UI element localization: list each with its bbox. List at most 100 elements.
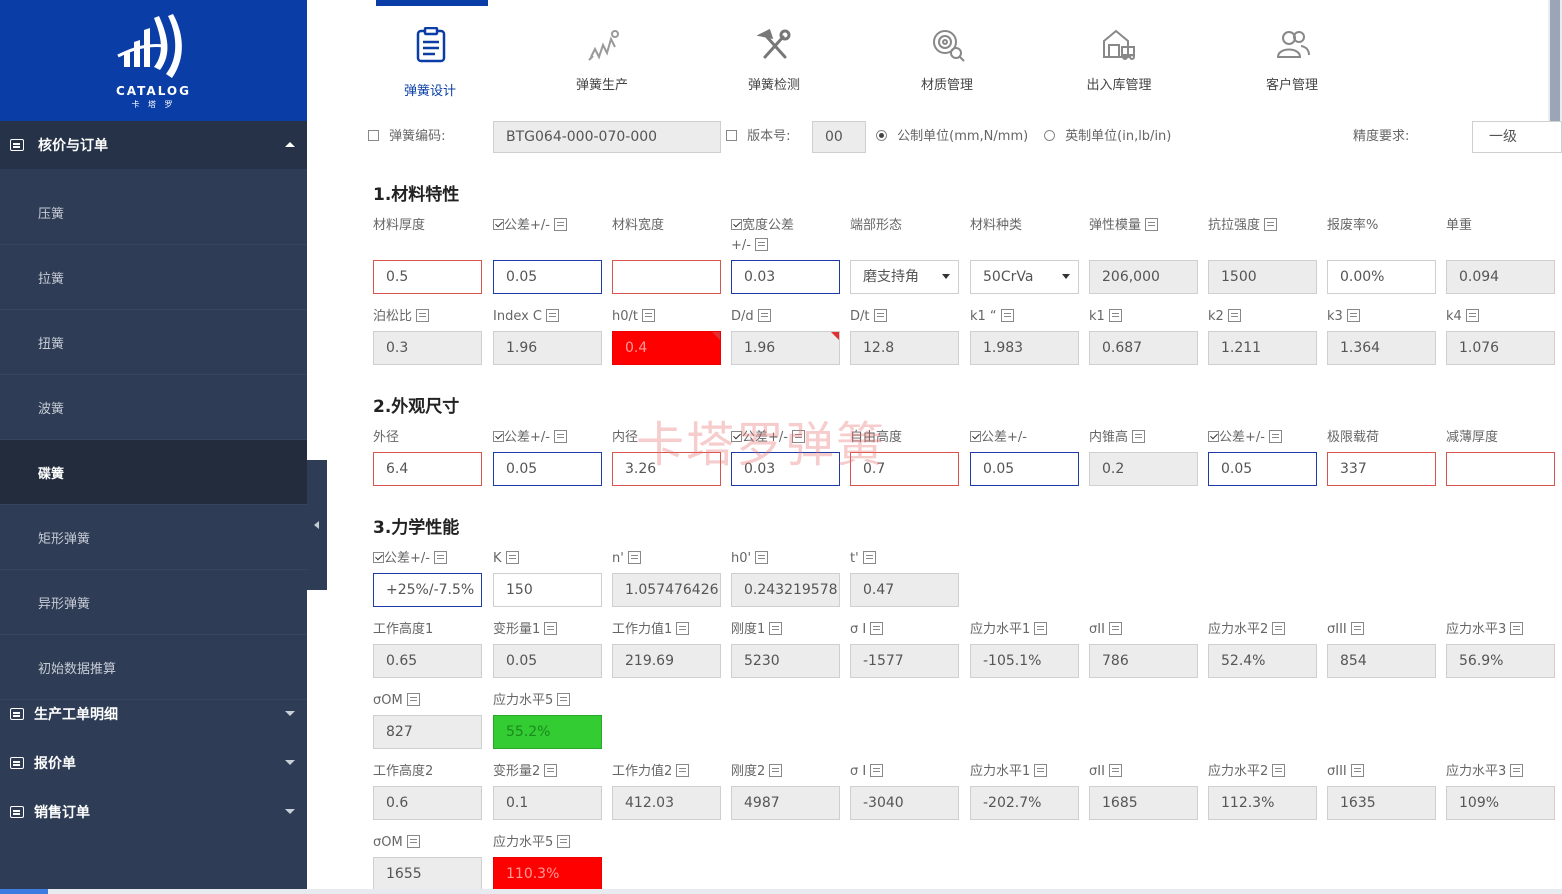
tolerance-checkbox[interactable] bbox=[970, 431, 981, 442]
sidebar-item-wave-spring[interactable]: 波簧 bbox=[0, 375, 307, 440]
radio-metric[interactable] bbox=[876, 130, 887, 141]
field-input[interactable]: 1635 bbox=[1327, 786, 1436, 820]
field-input[interactable]: 219.69 bbox=[612, 644, 721, 678]
calculator-icon[interactable] bbox=[406, 693, 420, 706]
catalog-logo[interactable]: CATALOG 卡 塔 罗 bbox=[0, 0, 307, 121]
field-input[interactable]: 0.4 bbox=[612, 331, 721, 365]
field-input[interactable]: 0.05 bbox=[970, 452, 1079, 486]
field-input[interactable]: 0.47 bbox=[850, 573, 959, 607]
field-input[interactable]: 786 bbox=[1089, 644, 1198, 678]
field-input[interactable]: 0.03 bbox=[731, 260, 840, 294]
tab-spring-production[interactable]: 弹簧生产 bbox=[542, 0, 662, 121]
unit-metric-option[interactable]: 公制单位(mm,N/mm) bbox=[876, 127, 1028, 147]
calculator-icon[interactable] bbox=[862, 551, 876, 564]
calculator-icon[interactable] bbox=[1108, 764, 1122, 777]
sidebar-item-compression-spring[interactable]: 压簧 bbox=[0, 180, 307, 245]
calculator-icon[interactable] bbox=[544, 764, 558, 777]
field-input[interactable]: 55.2% bbox=[493, 715, 602, 749]
field-input[interactable]: 0.00% bbox=[1327, 260, 1436, 294]
sidebar-item-rectangular-spring[interactable]: 矩形弹簧 bbox=[0, 505, 307, 570]
field-input[interactable]: 0.7 bbox=[850, 452, 959, 486]
field-input[interactable]: 0.687 bbox=[1089, 331, 1198, 365]
field-input[interactable]: -202.7% bbox=[970, 786, 1079, 820]
field-input[interactable]: 0.05 bbox=[1208, 452, 1317, 486]
calculator-icon[interactable] bbox=[769, 764, 783, 777]
field-input[interactable]: 12.8 bbox=[850, 331, 959, 365]
calculator-icon[interactable] bbox=[557, 835, 571, 848]
field-input[interactable] bbox=[612, 260, 721, 294]
field-input[interactable]: 0.5 bbox=[373, 260, 482, 294]
calculator-icon[interactable] bbox=[1272, 764, 1286, 777]
calculator-icon[interactable] bbox=[1350, 764, 1364, 777]
field-input[interactable]: 1685 bbox=[1089, 786, 1198, 820]
code-checkbox[interactable] bbox=[368, 130, 379, 141]
field-input[interactable]: 1.076 bbox=[1446, 331, 1555, 365]
radio-imperial[interactable] bbox=[1044, 130, 1055, 141]
tab-spring-inspection[interactable]: 弹簧检测 bbox=[714, 0, 834, 121]
calculator-icon[interactable] bbox=[642, 309, 655, 322]
calculator-icon[interactable] bbox=[1034, 622, 1048, 635]
field-input[interactable]: 1.211 bbox=[1208, 331, 1317, 365]
field-input[interactable]: 112.3% bbox=[1208, 786, 1317, 820]
tab-customer-management[interactable]: 客户管理 bbox=[1232, 0, 1352, 121]
version-field[interactable]: 00 bbox=[812, 121, 866, 153]
precision-select[interactable]: 一级 bbox=[1472, 121, 1562, 153]
calculator-icon[interactable] bbox=[1108, 622, 1122, 635]
field-input[interactable]: 206,000 bbox=[1089, 260, 1198, 294]
field-input[interactable]: +25%/-7.5% bbox=[373, 573, 482, 607]
tolerance-checkbox[interactable] bbox=[493, 219, 504, 230]
calculator-icon[interactable] bbox=[1264, 218, 1278, 231]
calculator-icon[interactable] bbox=[553, 430, 567, 443]
field-input[interactable]: 50CrVa bbox=[970, 260, 1079, 294]
calculator-icon[interactable] bbox=[416, 309, 430, 322]
calculator-icon[interactable] bbox=[755, 551, 769, 564]
calculator-icon[interactable] bbox=[1000, 309, 1014, 322]
field-input[interactable]: 56.9% bbox=[1446, 644, 1555, 678]
tab-spring-design[interactable]: 弹簧设计 bbox=[370, 0, 490, 121]
sidebar-item-disc-spring[interactable]: 碟簧 bbox=[0, 440, 307, 505]
field-input[interactable]: 150 bbox=[493, 573, 602, 607]
field-input[interactable]: 5230 bbox=[731, 644, 840, 678]
calculator-icon[interactable] bbox=[544, 622, 558, 635]
calculator-icon[interactable] bbox=[676, 622, 690, 635]
sidebar-item-special-spring[interactable]: 异形弹簧 bbox=[0, 570, 307, 635]
calculator-icon[interactable] bbox=[1034, 764, 1048, 777]
sidebar-group-work-orders[interactable]: 生产工单明细 bbox=[0, 690, 307, 738]
calculator-icon[interactable] bbox=[676, 764, 690, 777]
calculator-icon[interactable] bbox=[627, 551, 641, 564]
field-input[interactable]: 109% bbox=[1446, 786, 1555, 820]
field-input[interactable]: 337 bbox=[1327, 452, 1436, 486]
field-input[interactable]: 1.983 bbox=[970, 331, 1079, 365]
calculator-icon[interactable] bbox=[757, 309, 771, 322]
field-input[interactable]: 3.26 bbox=[612, 452, 721, 486]
field-input[interactable]: 1.057476426 bbox=[612, 573, 721, 607]
calculator-icon[interactable] bbox=[769, 622, 783, 635]
field-input[interactable]: 1655 bbox=[373, 857, 482, 891]
field-input[interactable]: 0.65 bbox=[373, 644, 482, 678]
field-input[interactable]: 0.3 bbox=[373, 331, 482, 365]
unit-imperial-option[interactable]: 英制单位(in,lb/in) bbox=[1044, 127, 1171, 147]
calculator-icon[interactable] bbox=[406, 835, 420, 848]
calculator-icon[interactable] bbox=[791, 430, 805, 443]
field-input[interactable] bbox=[1446, 452, 1555, 486]
field-input[interactable]: 412.03 bbox=[612, 786, 721, 820]
field-input[interactable]: 827 bbox=[373, 715, 482, 749]
field-input[interactable]: 0.05 bbox=[493, 644, 602, 678]
field-input[interactable]: 0.243219578 bbox=[731, 573, 840, 607]
sidebar-group-quotes[interactable]: 报价单 bbox=[0, 739, 307, 787]
calculator-icon[interactable] bbox=[505, 551, 519, 564]
calculator-icon[interactable] bbox=[873, 309, 887, 322]
calculator-icon[interactable] bbox=[1108, 309, 1122, 322]
field-input[interactable]: 1.96 bbox=[731, 331, 840, 365]
sidebar-item-extension-spring[interactable]: 拉簧 bbox=[0, 245, 307, 310]
field-input[interactable]: 1500 bbox=[1208, 260, 1317, 294]
field-input[interactable]: 110.3% bbox=[493, 857, 602, 891]
field-input[interactable]: 6.4 bbox=[373, 452, 482, 486]
calculator-icon[interactable] bbox=[870, 622, 884, 635]
calculator-icon[interactable] bbox=[1510, 622, 1524, 635]
field-input[interactable]: 1.96 bbox=[493, 331, 602, 365]
field-input[interactable]: 0.094 bbox=[1446, 260, 1555, 294]
tab-material-management[interactable]: 材质管理 bbox=[887, 0, 1007, 121]
calculator-icon[interactable] bbox=[1145, 218, 1159, 231]
field-input[interactable]: -1577 bbox=[850, 644, 959, 678]
